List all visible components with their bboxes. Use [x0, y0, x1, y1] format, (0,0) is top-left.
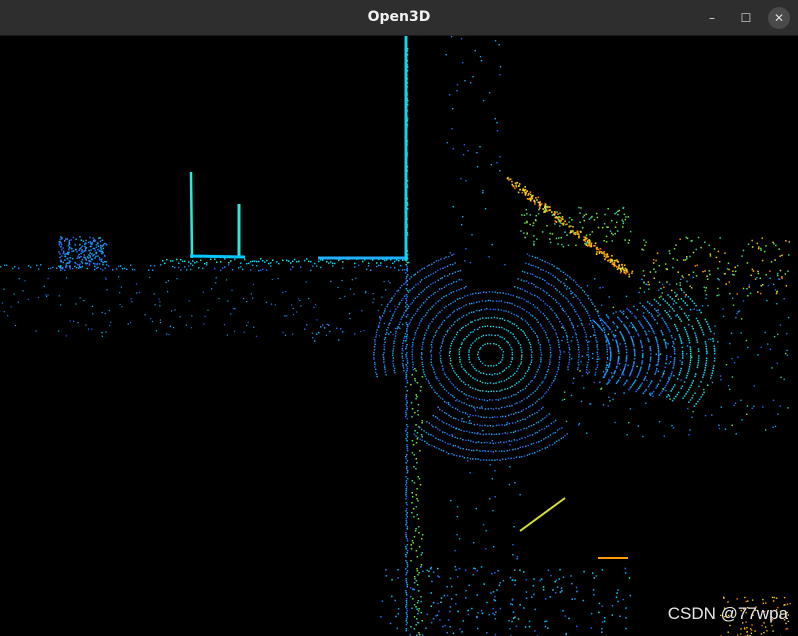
point-cloud-viewport[interactable]	[0, 36, 798, 636]
minimize-icon: –	[709, 11, 715, 25]
close-button[interactable]: ✕	[768, 7, 790, 29]
maximize-button[interactable]: ☐	[735, 7, 757, 29]
close-icon: ✕	[773, 11, 785, 25]
minimize-button[interactable]: –	[701, 7, 723, 29]
maximize-icon: ☐	[740, 11, 752, 25]
watermark-text: CSDN @77wpa	[667, 604, 788, 623]
point-cloud-canvas[interactable]	[0, 36, 798, 636]
title-bar[interactable]: Open3D – ☐ ✕	[0, 0, 798, 36]
point-cloud	[0, 36, 791, 636]
open3d-window: Open3D – ☐ ✕ CSDN @77wpa	[0, 0, 798, 636]
window-title: Open3D	[367, 9, 431, 25]
